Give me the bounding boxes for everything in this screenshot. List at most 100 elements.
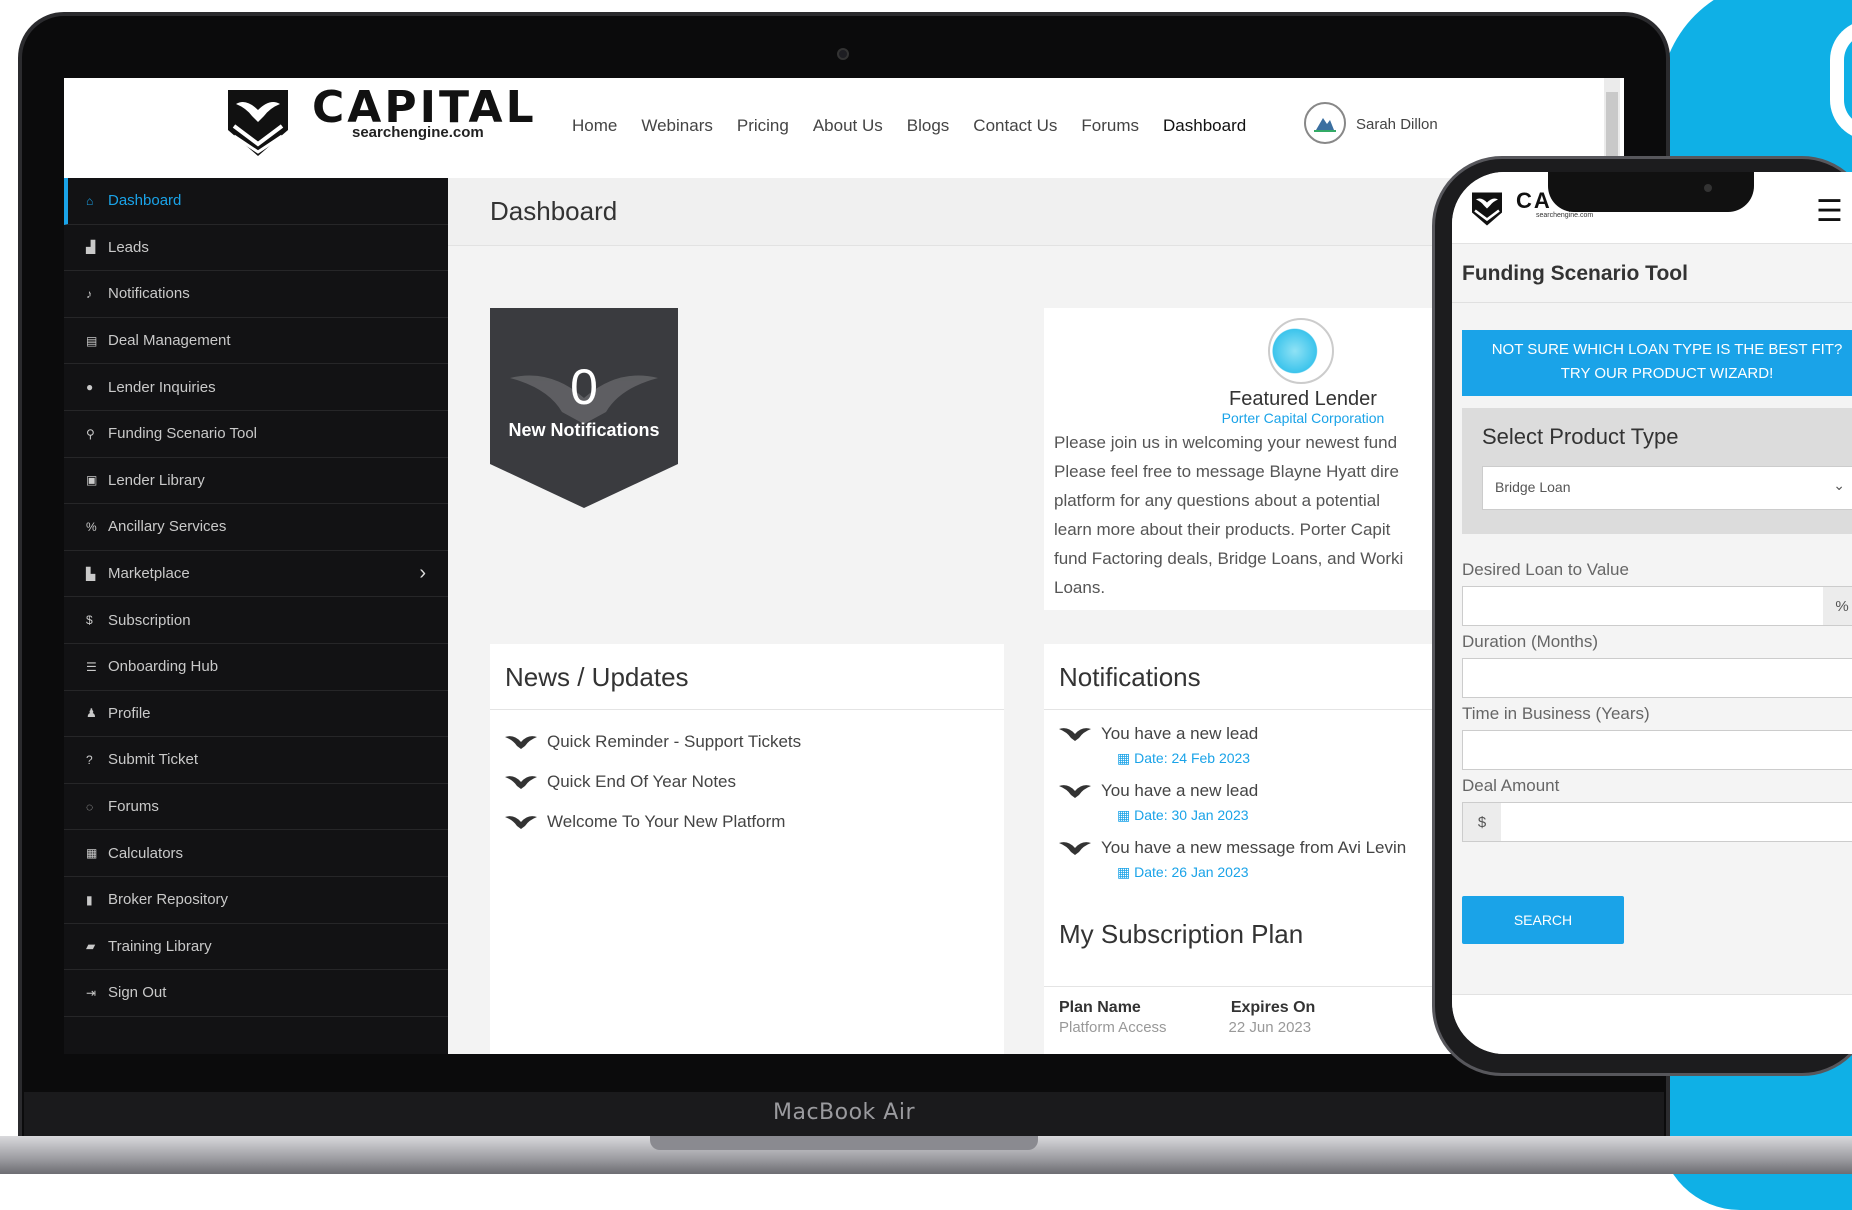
sidebar-item-ancillary-services[interactable]: % Ancillary Services	[64, 504, 448, 551]
sidebar-item-label: Lender Library	[108, 471, 205, 489]
sidebar-item-leads[interactable]: ▟ Leads	[64, 225, 448, 272]
hamburger-menu-icon[interactable]: ☰	[1816, 194, 1843, 229]
sidebar-item-broker-repository[interactable]: ▮ Broker Repository	[64, 877, 448, 924]
sidebar-item-label: Training Library	[108, 937, 212, 955]
user-icon: ♟	[86, 706, 97, 721]
eagle-icon	[1059, 842, 1091, 855]
sidebar-item-calculators[interactable]: ▦ Calculators	[64, 830, 448, 877]
eagle-shield-logo-icon[interactable]	[224, 86, 292, 160]
sidebar-item-funding-scenario-tool[interactable]: ⚲ Funding Scenario Tool	[64, 411, 448, 458]
sidebar-item-label: Leads	[108, 238, 149, 256]
sidebar-item-submit-ticket[interactable]: ? Submit Ticket	[64, 737, 448, 784]
nav-webinars[interactable]: Webinars	[641, 116, 713, 136]
duration-label: Duration (Months)	[1462, 632, 1599, 651]
product-type-select[interactable]: Bridge Loan ⌄	[1482, 466, 1852, 510]
news-title: News / Updates	[490, 644, 1004, 710]
user-name[interactable]: Sarah Dillon	[1356, 116, 1438, 133]
sidebar-item-label: Notifications	[108, 285, 190, 303]
question-icon: ?	[86, 752, 93, 767]
sidebar-item-notifications[interactable]: ♪ Notifications	[64, 271, 448, 318]
select-product-type-label: Select Product Type	[1482, 424, 1679, 449]
sidebar-item-marketplace[interactable]: ▙ Marketplace ›	[64, 551, 448, 598]
percent-icon: %	[86, 519, 97, 534]
sidebar-item-label: Ancillary Services	[108, 518, 227, 536]
notification-date: Date: 30 Jan 2023	[1134, 807, 1249, 823]
bookmark-icon: ▮	[86, 892, 93, 907]
chevron-down-icon: ⌄	[1833, 477, 1845, 493]
sidebar-item-deal-management[interactable]: ▤ Deal Management	[64, 318, 448, 365]
list-item[interactable]: Welcome To Your New Platform	[490, 802, 1004, 842]
sidebar-item-label: Funding Scenario Tool	[108, 425, 257, 443]
calendar-icon: ▦	[1117, 864, 1135, 880]
nav-home[interactable]: Home	[572, 116, 617, 136]
sidebar-item-profile[interactable]: ♟ Profile	[64, 691, 448, 738]
expires-on-value: 22 Jun 2023	[1228, 1019, 1312, 1036]
nav-blogs[interactable]: Blogs	[907, 116, 950, 136]
list-item[interactable]: Quick End Of Year Notes	[490, 762, 1004, 802]
sidebar-item-subscription[interactable]: $ Subscription	[64, 597, 448, 644]
duration-input[interactable]	[1462, 658, 1852, 698]
news-item-title[interactable]: Welcome To Your New Platform	[547, 812, 785, 832]
device-label: MacBook Air	[772, 1100, 915, 1125]
notification-date: Date: 26 Jan 2023	[1134, 864, 1249, 880]
camera-icon	[837, 48, 849, 60]
sidebar-item-label: Dashboard	[108, 192, 182, 210]
nav-about-us[interactable]: About Us	[813, 116, 883, 136]
nav-dashboard[interactable]: Dashboard	[1163, 116, 1246, 136]
avatar[interactable]	[1304, 102, 1346, 144]
nav-pricing[interactable]: Pricing	[737, 116, 789, 136]
sidebar-item-label: Sign Out	[108, 984, 167, 1002]
news-item-title[interactable]: Quick End Of Year Notes	[547, 772, 736, 792]
sidebar-item-lender-inquiries[interactable]: ● Lender Inquiries	[64, 364, 448, 411]
eagle-icon	[505, 816, 537, 829]
nav-contact-us[interactable]: Contact Us	[973, 116, 1057, 136]
list-item[interactable]: Quick Reminder - Support Tickets	[490, 722, 1004, 762]
phone-notch	[1548, 172, 1754, 212]
ltv-input[interactable]: %	[1462, 586, 1852, 626]
notification-text[interactable]: You have a new message from Avi Levin	[1101, 838, 1406, 858]
sidebar-item-label: Onboarding Hub	[108, 658, 219, 676]
list-icon: ☰	[86, 659, 97, 674]
eagle-icon	[1059, 728, 1091, 741]
phone-page-title: Funding Scenario Tool	[1462, 262, 1688, 285]
bell-icon: ♪	[86, 286, 92, 301]
search-button[interactable]: SEARCH	[1462, 896, 1624, 944]
notification-text[interactable]: You have a new lead	[1101, 781, 1258, 801]
sidebar-item-sign-out[interactable]: ⇥ Sign Out	[64, 970, 448, 1017]
new-notifications-badge[interactable]: 0 New Notifications	[490, 308, 678, 508]
deal-amount-input[interactable]: $	[1462, 802, 1852, 842]
eagle-icon	[1059, 785, 1091, 798]
news-updates-panel: News / Updates Quick Reminder - Support …	[490, 644, 1004, 1054]
news-item-title[interactable]: Quick Reminder - Support Tickets	[547, 732, 801, 752]
product-wizard-button[interactable]: NOT SURE WHICH LOAN TYPE IS THE BEST FIT…	[1462, 330, 1852, 396]
eagle-icon	[505, 776, 537, 789]
eagle-shield-logo-icon[interactable]	[1470, 190, 1504, 228]
comments-icon: ●	[86, 380, 94, 395]
book-icon: ▣	[86, 473, 98, 488]
sidebar-item-training-library[interactable]: ▰ Training Library	[64, 924, 448, 971]
sidebar-item-label: Forums	[108, 798, 159, 816]
sidebar-item-forums[interactable]: ◌ Forums	[64, 784, 448, 831]
notification-text[interactable]: You have a new lead	[1101, 724, 1258, 744]
phone-brand-domain: searchengine.com	[1536, 212, 1594, 219]
nav-forums[interactable]: Forums	[1081, 116, 1139, 136]
notification-label: New Notifications	[508, 420, 660, 440]
nav-links: Home Webinars Pricing About Us Blogs Con…	[572, 116, 1246, 136]
deal-amount-label: Deal Amount	[1462, 776, 1560, 795]
bar-chart-icon: ▟	[86, 240, 96, 255]
chevron-right-icon[interactable]: ›	[419, 562, 426, 585]
expires-on-header: Expires On	[1230, 999, 1316, 1016]
phone-screen: CA searchengine.com ☰ Funding Scenario T…	[1452, 172, 1852, 1054]
search-icon: ⚲	[86, 426, 95, 441]
sidebar-item-label: Profile	[108, 704, 151, 722]
divider	[1452, 302, 1852, 303]
product-type-value: Bridge Loan	[1495, 479, 1571, 495]
percent-addon: %	[1823, 587, 1852, 625]
laptop-hinge-notch	[650, 1136, 1038, 1150]
sidebar-item-dashboard[interactable]: ⌂ Dashboard	[64, 178, 448, 225]
time-in-business-input[interactable]	[1462, 730, 1852, 770]
phone-brand-name[interactable]: CA	[1516, 188, 1552, 214]
page-title: Dashboard	[490, 196, 618, 226]
sidebar-item-lender-library[interactable]: ▣ Lender Library	[64, 458, 448, 505]
sidebar-item-onboarding-hub[interactable]: ☰ Onboarding Hub	[64, 644, 448, 691]
